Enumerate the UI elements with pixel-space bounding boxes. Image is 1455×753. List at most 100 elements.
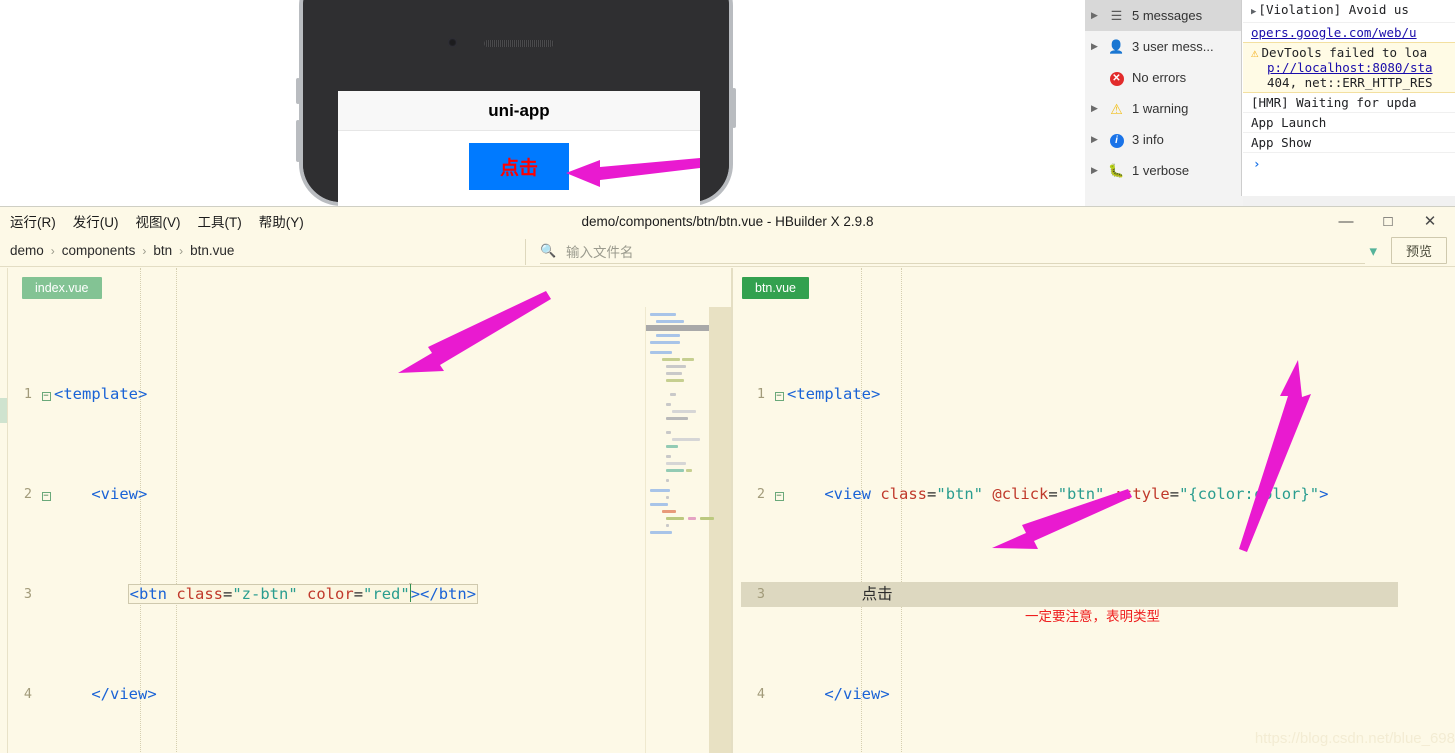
info-icon: i [1108, 132, 1125, 148]
menu-item-help[interactable]: 帮助(Y) [259, 211, 304, 231]
breadcrumb-item-file[interactable]: btn.vue [190, 243, 234, 258]
tok-attr-style: :style [1113, 485, 1170, 503]
phone-earpiece-speaker [484, 40, 554, 47]
file-search-icon[interactable]: 🔍 [540, 243, 556, 259]
code-text: <template> [787, 382, 1328, 407]
file-search-input[interactable]: 输入文件名 [566, 241, 634, 261]
line-number: 2 [23, 486, 32, 502]
tok-template-open: <template> [54, 385, 148, 403]
filter-label: No errors [1132, 70, 1187, 85]
devtools-filter-user-messages[interactable]: ▶ 👤 3 user mess... [1085, 31, 1241, 62]
minimap-left[interactable] [645, 307, 731, 753]
tok-view-open: <view> [91, 485, 148, 503]
code-content-right[interactable]: 1− <template> 2− <view class="btn" @click… [733, 307, 1329, 753]
fold-toggle[interactable]: − [38, 382, 54, 407]
breadcrumb: demo › components › btn › btn.vue [0, 243, 234, 258]
phone-screen: uni-app 点击 [338, 91, 700, 206]
console-hmr-row: [HMR] Waiting for upda [1243, 93, 1455, 113]
devtools-filter-verbose[interactable]: ▶ 🐛 1 verbose [1085, 155, 1241, 186]
code-content-left[interactable]: 1− <template> 2− <view> 3 <btn class="z-b… [0, 307, 479, 753]
menu-item-publish[interactable]: 发行(U) [73, 211, 119, 231]
code-line: 3 点击 [733, 582, 1328, 607]
devtools-console-output: ▶ [Violation] Avoid us opers.google.com/w… [1243, 0, 1455, 196]
screenshot-root: uni-app 点击 ▶ ☰ 5 messages ▶ 👤 3 user mes… [0, 0, 1455, 753]
code-text: <view> [54, 482, 477, 507]
code-line: 4 </view> [0, 682, 477, 707]
chevron-right-icon: › [50, 243, 55, 258]
tok-attr-color: color [307, 585, 354, 603]
filter-icon[interactable]: ▾ [1369, 242, 1377, 260]
expand-triangle-icon[interactable]: ▶ [1091, 165, 1101, 176]
line-number: 1 [756, 386, 765, 402]
menu-item-run[interactable]: 运行(R) [10, 211, 56, 231]
app-click-button[interactable]: 点击 [469, 143, 569, 190]
code-text: <view class="btn" @click="btn" :style="{… [824, 485, 1329, 503]
file-search-group[interactable]: 🔍 输入文件名 [540, 241, 634, 261]
app-navbar-title: uni-app [338, 91, 700, 131]
console-violation-link[interactable]: opers.google.com/web/u [1251, 25, 1417, 40]
fold-toggle[interactable]: − [38, 482, 54, 507]
tok-view-close: </view> [91, 685, 157, 703]
app-body: 点击 [338, 131, 700, 206]
console-warning-line2: 404, net::ERR_HTTP_RES [1267, 75, 1433, 90]
console-violation-row[interactable]: ▶ [Violation] Avoid us [1243, 0, 1455, 23]
console-warning-block[interactable]: ⚠ DevTools failed to loa p://localhost:80… [1243, 42, 1455, 93]
console-warning-link[interactable]: p://localhost:8080/sta [1251, 60, 1453, 75]
devtools-filter-errors[interactable]: ✕ No errors [1085, 62, 1241, 93]
devtools-sidebar-filler [1085, 196, 1243, 206]
person-icon: 👤 [1108, 39, 1125, 54]
editor-pane-btn-vue: btn.vue 1− <template> 2− <view class="btn… [733, 268, 1455, 753]
minimize-button[interactable]: — [1325, 207, 1367, 235]
close-button[interactable]: ✕ [1409, 207, 1451, 235]
line-number: 3 [23, 586, 32, 602]
code-line: 4 </view> [733, 682, 1328, 707]
tok-template-open: <template> [787, 385, 881, 403]
expand-arrow-icon[interactable]: ▶ [1251, 7, 1256, 17]
devtools-filter-info[interactable]: ▶ i 3 info [1085, 124, 1241, 155]
breadcrumb-toolbar: demo › components › btn › btn.vue 🔍 输入文件… [0, 235, 1455, 267]
code-line: 3 <btn class="z-btn" color="red"></btn> [0, 582, 479, 607]
phone-power-button [732, 88, 736, 128]
warning-icon: ⚠ [1251, 45, 1259, 60]
console-app-launch-row: App Launch [1243, 113, 1455, 133]
tok-attr-class: class [880, 485, 928, 503]
fold-toggle[interactable]: − [771, 382, 787, 407]
tok-btn-open: <btn [129, 585, 167, 603]
breadcrumb-item-components[interactable]: components [62, 243, 136, 258]
file-tab-index-vue[interactable]: index.vue [22, 277, 102, 299]
chevron-right-icon: › [179, 243, 184, 258]
preview-button[interactable]: 预览 [1390, 237, 1447, 264]
console-warning-text: DevTools failed to loa [1261, 45, 1428, 60]
tok-val-click: "btn" [1057, 485, 1105, 503]
filter-label: 1 verbose [1132, 163, 1190, 178]
expand-triangle-icon[interactable]: ▶ [1091, 41, 1101, 52]
file-tab-btn-vue[interactable]: btn.vue [742, 277, 810, 299]
tok-view-open: <view [824, 485, 871, 503]
console-app-show-row: App Show [1243, 133, 1455, 153]
filter-label: 3 info [1132, 132, 1164, 147]
list-icon: ☰ [1110, 8, 1123, 23]
editor-split-area: index.vue 1− <template> 2− <view> 3 <btn … [0, 268, 1455, 753]
tok-attr-click: @click [992, 485, 1049, 503]
menu-item-view[interactable]: 视图(V) [136, 211, 181, 231]
selection-box: <btn class="z-btn" color="red"></btn> [127, 584, 479, 604]
console-violation-link-row[interactable]: opers.google.com/web/u [1243, 23, 1455, 42]
fold-toggle[interactable]: − [771, 482, 787, 507]
expand-triangle-icon[interactable]: ▶ [1091, 134, 1101, 145]
search-underline [540, 263, 1365, 264]
console-input-prompt[interactable]: › [1243, 153, 1455, 175]
devtools-filter-warnings[interactable]: ▶ ⚠ 1 warning [1085, 93, 1241, 124]
filter-label: 5 messages [1132, 8, 1203, 23]
devtools-filter-messages[interactable]: ▶ ☰ 5 messages [1085, 0, 1241, 31]
red-annotation-text: 一定要注意，表明类型 [1025, 609, 1160, 624]
breadcrumb-item-demo[interactable]: demo [10, 243, 44, 258]
menu-item-tools[interactable]: 工具(T) [198, 211, 242, 231]
breadcrumb-item-btn[interactable]: btn [153, 243, 172, 258]
maximize-button[interactable]: □ [1367, 207, 1409, 235]
expand-triangle-icon[interactable]: ▶ [1091, 10, 1101, 21]
code-text: </view> [787, 682, 1328, 707]
expand-triangle-icon[interactable]: ▶ [1091, 103, 1101, 114]
line-number: 4 [23, 686, 32, 702]
code-line: 2− <view> [0, 482, 477, 507]
console-warning-line1: ⚠ DevTools failed to loa [1251, 45, 1453, 60]
